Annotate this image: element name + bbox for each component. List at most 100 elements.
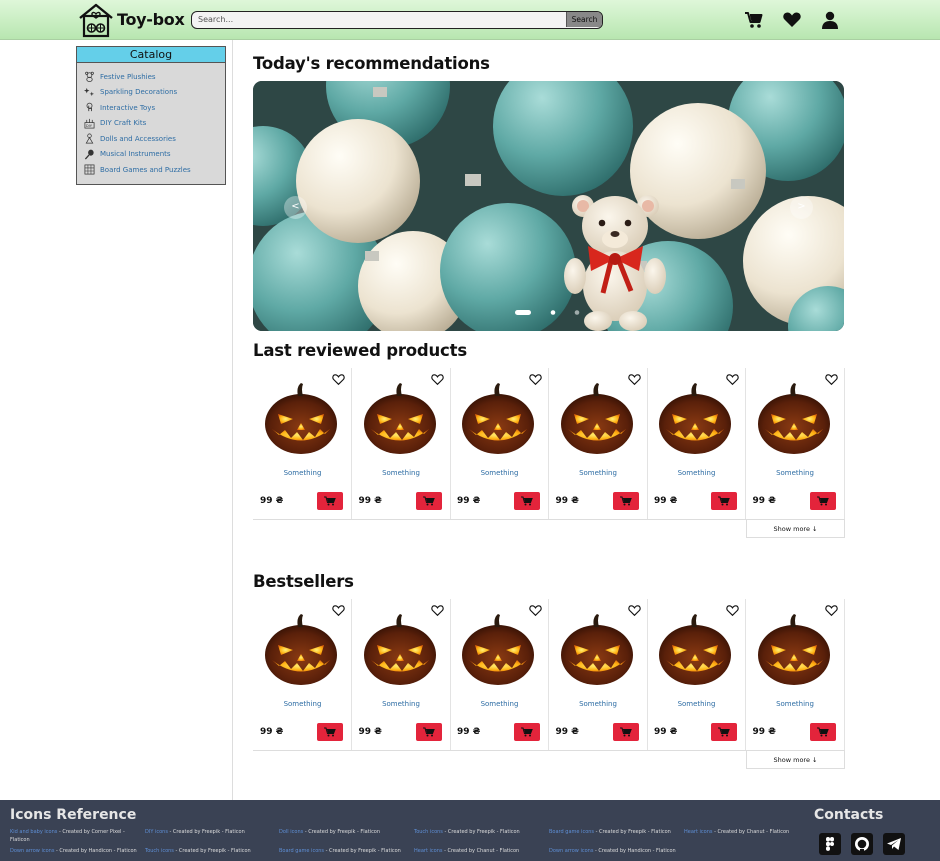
last-reviewed-show-more-button[interactable]: Show more ↓ [746, 520, 845, 538]
product-name[interactable]: Something [352, 700, 451, 708]
carousel-prev-button[interactable]: < [284, 196, 307, 219]
add-to-cart-button[interactable] [711, 492, 737, 510]
credit-link[interactable]: Board game icons [279, 848, 324, 854]
product-image[interactable] [559, 382, 635, 458]
product-image[interactable] [460, 613, 536, 689]
product-image[interactable] [756, 382, 832, 458]
product-card[interactable]: Something 99 ₴ [746, 368, 845, 519]
heart-icon[interactable] [782, 10, 802, 30]
credit-author: - Created by Freepik - Flaticon [442, 829, 520, 835]
figma-link[interactable] [819, 833, 841, 855]
bestsellers-show-more-button[interactable]: Show more ↓ [746, 751, 845, 769]
add-to-cart-button[interactable] [711, 723, 737, 741]
add-to-cart-button[interactable] [415, 492, 442, 510]
credit-link[interactable]: Doll icons [279, 829, 303, 835]
product-image[interactable] [362, 382, 438, 458]
product-name[interactable]: Something [746, 469, 845, 477]
credit-link[interactable]: Down arrow icons [549, 848, 593, 854]
cart-icon [521, 727, 533, 737]
product-card[interactable]: Something 99 ₴ [647, 599, 746, 750]
cart-icon[interactable] [744, 10, 764, 30]
credit-link[interactable]: Board game icons [549, 829, 594, 835]
product-card[interactable]: Something 99 ₴ [450, 368, 549, 519]
product-name[interactable]: Something [450, 700, 549, 708]
search-button[interactable]: Search [566, 12, 602, 27]
add-to-cart-button[interactable] [514, 492, 540, 510]
telegram-icon [887, 838, 901, 850]
icon-credit: DIY icons - Created by Freepik - Flatico… [145, 828, 275, 836]
icon-credit: Heart icons - Created by Chanut - Flatic… [684, 828, 814, 836]
add-to-cart-button[interactable] [612, 492, 639, 510]
product-card[interactable]: Something 99 ₴ [647, 368, 746, 519]
bestsellers-title: Bestsellers [253, 572, 354, 591]
product-card[interactable]: Something 99 ₴ [253, 599, 352, 750]
add-to-cart-button[interactable] [317, 723, 343, 741]
cart-icon [816, 496, 829, 506]
product-name[interactable]: Something [746, 700, 845, 708]
product-image[interactable] [756, 613, 832, 689]
carousel-next-button[interactable]: > [790, 196, 813, 219]
product-image[interactable] [263, 613, 339, 689]
credit-link[interactable]: Touch icons [414, 829, 443, 835]
product-image[interactable] [657, 382, 733, 458]
catalog-item-sparkling-decorations[interactable]: Sparkling Decorations [84, 85, 225, 101]
user-icon[interactable] [820, 10, 840, 30]
product-image[interactable] [263, 382, 339, 458]
recommendations-carousel[interactable]: < > [253, 81, 844, 331]
carousel-dot [574, 310, 580, 315]
add-to-cart-button[interactable] [809, 723, 836, 741]
catalog-item-dolls-and-accessories[interactable]: Dolls and Accessories [84, 131, 225, 147]
product-image[interactable] [559, 613, 635, 689]
product-name[interactable]: Something [253, 700, 352, 708]
add-to-cart-button[interactable] [809, 492, 836, 510]
search-input[interactable] [192, 12, 566, 27]
github-icon [855, 837, 869, 851]
catalog-item-diy-craft-kits[interactable]: DIY DIY Craft Kits [84, 116, 225, 132]
catalog-item-board-games[interactable]: Board Games and Puzzles [84, 162, 225, 178]
telegram-link[interactable] [883, 833, 905, 855]
credit-link[interactable]: Touch icons [145, 848, 174, 854]
add-to-cart-button[interactable] [415, 723, 442, 741]
catalog-item-interactive-toys[interactable]: Interactive Toys [84, 100, 225, 116]
product-image[interactable] [362, 613, 438, 689]
icon-credit: Kid and baby icons - Created by Corner P… [10, 828, 140, 844]
icon-credit: Down arrow icons - Created by Handicon -… [10, 847, 140, 855]
credit-link[interactable]: Kid and baby icons [10, 829, 57, 835]
github-link[interactable] [851, 833, 873, 855]
credit-link[interactable]: Down arrow icons [10, 848, 54, 854]
product-name[interactable]: Something [647, 700, 746, 708]
product-name[interactable]: Something [647, 469, 746, 477]
product-card[interactable]: Something 99 ₴ [746, 599, 845, 750]
add-to-cart-button[interactable] [317, 492, 343, 510]
toy-house-logo-icon[interactable] [78, 2, 114, 38]
product-name[interactable]: Something [450, 469, 549, 477]
brand-name[interactable]: Toy-box [117, 10, 185, 29]
catalog-item-label: DIY Craft Kits [100, 119, 147, 128]
product-name[interactable]: Something [549, 700, 648, 708]
product-card[interactable]: Something 99 ₴ [253, 368, 352, 519]
add-to-cart-button[interactable] [612, 723, 639, 741]
icons-reference-title: Icons Reference [10, 807, 137, 823]
catalog-item-musical-instruments[interactable]: Musical Instruments [84, 147, 225, 163]
product-image[interactable] [460, 382, 536, 458]
product-card[interactable]: Something 99 ₴ [450, 599, 549, 750]
credit-link[interactable]: Heart icons [684, 829, 712, 835]
product-card[interactable]: Something 99 ₴ [352, 368, 451, 519]
maracas-icon [84, 149, 94, 160]
credit-link[interactable]: Heart icons [414, 848, 442, 854]
product-image[interactable] [657, 613, 733, 689]
svg-text:DIY: DIY [86, 124, 93, 128]
catalog-item-festive-plushies[interactable]: Festive Plushies [84, 69, 225, 85]
credit-author: - Created by Handicon - Flaticon [54, 848, 137, 854]
product-name[interactable]: Something [253, 469, 352, 477]
product-card[interactable]: Something 99 ₴ [352, 599, 451, 750]
product-name[interactable]: Something [549, 469, 648, 477]
catalog-item-label: Festive Plushies [100, 72, 156, 81]
credit-link[interactable]: DIY icons [145, 829, 168, 835]
product-card[interactable]: Something 99 ₴ [549, 368, 648, 519]
carousel-dots[interactable] [515, 309, 585, 317]
add-to-cart-button[interactable] [514, 723, 540, 741]
product-name[interactable]: Something [352, 469, 451, 477]
product-card[interactable]: Something 99 ₴ [549, 599, 648, 750]
contacts-title: Contacts [814, 807, 884, 823]
